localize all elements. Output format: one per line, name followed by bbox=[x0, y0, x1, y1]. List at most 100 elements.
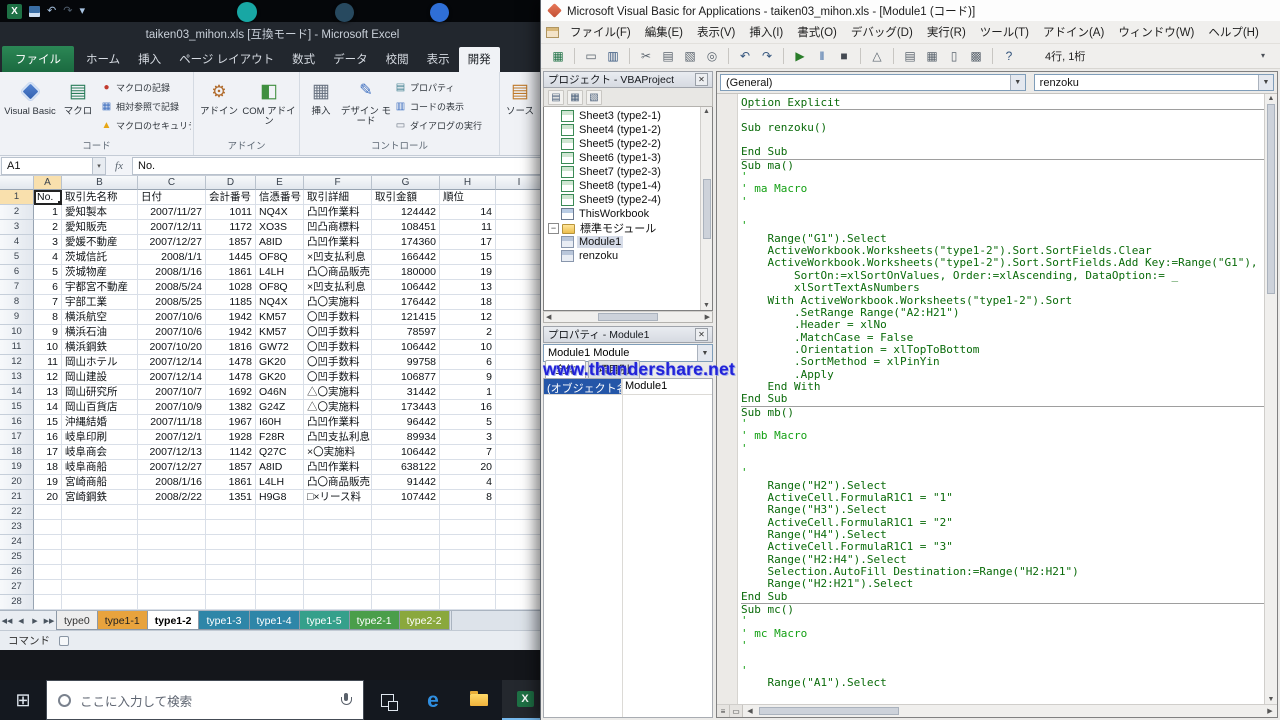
cell[interactable]: 茨城信託 bbox=[62, 250, 138, 265]
cell[interactable]: 沖縄結婚 bbox=[62, 415, 138, 430]
break-icon[interactable]: ‖ bbox=[812, 47, 832, 66]
cell[interactable] bbox=[496, 535, 543, 550]
name-box[interactable]: A1 bbox=[1, 157, 93, 175]
cell[interactable]: □×リース料 bbox=[304, 490, 372, 505]
cell[interactable]: XO3S bbox=[256, 220, 304, 235]
row-header-23[interactable]: 23 bbox=[0, 520, 34, 535]
cell[interactable]: 2007/10/20 bbox=[138, 340, 206, 355]
cell[interactable]: 17 bbox=[34, 445, 62, 460]
code-horizontal-scrollbar[interactable]: ≡ ▭ ◀ ▶ bbox=[717, 704, 1277, 717]
cell[interactable] bbox=[62, 580, 138, 595]
cell[interactable] bbox=[138, 520, 206, 535]
cell[interactable] bbox=[256, 580, 304, 595]
code-vertical-scrollbar[interactable]: ▲ ▼ bbox=[1264, 94, 1277, 704]
macros-button[interactable]: ▤ マクロ bbox=[58, 74, 98, 140]
ribbon-tab[interactable]: データ bbox=[324, 47, 377, 72]
cell[interactable]: 1 bbox=[34, 205, 62, 220]
cell[interactable]: A8ID bbox=[256, 235, 304, 250]
cell[interactable]: 2 bbox=[440, 325, 496, 340]
cell[interactable] bbox=[138, 535, 206, 550]
cell[interactable]: 2007/12/27 bbox=[138, 235, 206, 250]
select-all-corner[interactable] bbox=[0, 176, 34, 190]
cell[interactable] bbox=[206, 595, 256, 610]
formula-bar-content[interactable]: No. bbox=[132, 157, 545, 175]
cell[interactable]: 106877 bbox=[372, 370, 440, 385]
row-header-6[interactable]: 6 bbox=[0, 265, 34, 280]
cell[interactable]: 1857 bbox=[206, 460, 256, 475]
cell[interactable]: 176442 bbox=[372, 295, 440, 310]
design-mode-button[interactable]: ✎ デザイン モード bbox=[340, 74, 392, 140]
cell[interactable]: 2008/5/24 bbox=[138, 280, 206, 295]
chevron-down-icon[interactable]: ▼ bbox=[1258, 75, 1273, 90]
cell[interactable]: 106442 bbox=[372, 445, 440, 460]
task-view-button[interactable] bbox=[364, 680, 410, 720]
cell[interactable]: 日付 bbox=[138, 190, 206, 205]
cell[interactable] bbox=[304, 565, 372, 580]
sheet-tab-type1-5[interactable]: type1-5 bbox=[299, 611, 350, 630]
cell[interactable]: 宇都宮不動産 bbox=[62, 280, 138, 295]
cell[interactable]: 6 bbox=[34, 280, 62, 295]
cell[interactable] bbox=[496, 235, 543, 250]
close-icon[interactable]: ✕ bbox=[695, 328, 708, 341]
cell[interactable]: 638122 bbox=[372, 460, 440, 475]
toolbox-icon[interactable]: ▩ bbox=[966, 47, 986, 66]
sheet-tab-type2-2[interactable]: type2-2 bbox=[399, 611, 450, 630]
cell[interactable]: 7 bbox=[34, 295, 62, 310]
worksheet-grid[interactable]: ABCDEFGHI1No.取引先名称日付会計番号信憑番号取引詳細取引金額順位21… bbox=[0, 176, 545, 610]
undo-icon[interactable]: ↶ bbox=[735, 47, 755, 66]
cell[interactable] bbox=[206, 520, 256, 535]
last-sheet-icon[interactable]: ▶▶ bbox=[42, 611, 56, 630]
row-header-1[interactable]: 1 bbox=[0, 190, 34, 205]
cell[interactable] bbox=[62, 595, 138, 610]
cell[interactable]: 10 bbox=[34, 340, 62, 355]
cell[interactable]: 愛知製本 bbox=[62, 205, 138, 220]
undo-icon[interactable]: ↶ bbox=[47, 6, 56, 17]
sheet-tab-type2-1[interactable]: type2-1 bbox=[349, 611, 400, 630]
cell[interactable] bbox=[62, 520, 138, 535]
column-header-B[interactable]: B bbox=[62, 176, 138, 190]
cell[interactable]: 78597 bbox=[372, 325, 440, 340]
cell[interactable] bbox=[34, 565, 62, 580]
cell[interactable] bbox=[138, 550, 206, 565]
cell[interactable]: 16 bbox=[440, 400, 496, 415]
cell[interactable]: 19 bbox=[34, 475, 62, 490]
row-header-21[interactable]: 21 bbox=[0, 490, 34, 505]
scrollbar-thumb[interactable] bbox=[703, 179, 711, 239]
row-header-28[interactable]: 28 bbox=[0, 595, 34, 610]
cell[interactable]: 2007/10/6 bbox=[138, 310, 206, 325]
cell[interactable]: 凸〇商品販売 bbox=[304, 475, 372, 490]
cell[interactable] bbox=[256, 595, 304, 610]
cell[interactable]: 31442 bbox=[372, 385, 440, 400]
cell[interactable]: O46N bbox=[256, 385, 304, 400]
cell[interactable] bbox=[496, 430, 543, 445]
save-icon[interactable]: ▥ bbox=[603, 47, 623, 66]
cell[interactable] bbox=[496, 325, 543, 340]
cell[interactable]: 凸凹作業料 bbox=[304, 460, 372, 475]
project-explorer-icon[interactable]: ▤ bbox=[900, 47, 920, 66]
cell[interactable]: GW72 bbox=[256, 340, 304, 355]
cell[interactable]: 20 bbox=[34, 490, 62, 505]
cell[interactable]: 会計番号 bbox=[206, 190, 256, 205]
cell[interactable]: 凸凹作業料 bbox=[304, 205, 372, 220]
cell[interactable] bbox=[34, 535, 62, 550]
row-header-22[interactable]: 22 bbox=[0, 505, 34, 520]
cell[interactable]: 岡山百貨店 bbox=[62, 400, 138, 415]
copy-icon[interactable]: ▤ bbox=[658, 47, 678, 66]
column-header-E[interactable]: E bbox=[256, 176, 304, 190]
cell[interactable] bbox=[304, 505, 372, 520]
macro-record-indicator-icon[interactable] bbox=[59, 636, 69, 646]
cell[interactable]: △〇実施料 bbox=[304, 400, 372, 415]
tree-item[interactable]: Sheet3 (type2-1) bbox=[544, 109, 700, 123]
cell[interactable]: 1692 bbox=[206, 385, 256, 400]
cell[interactable]: 宇部工業 bbox=[62, 295, 138, 310]
scrollbar-thumb[interactable] bbox=[598, 313, 658, 321]
cell[interactable]: 2007/10/9 bbox=[138, 400, 206, 415]
cell[interactable]: 2008/5/25 bbox=[138, 295, 206, 310]
cell[interactable] bbox=[62, 505, 138, 520]
cell[interactable] bbox=[440, 520, 496, 535]
cell[interactable] bbox=[496, 550, 543, 565]
tree-item[interactable]: −標準モジュール bbox=[544, 221, 700, 235]
cell[interactable]: 凸〇商品販売 bbox=[304, 265, 372, 280]
cell[interactable]: 宮崎商船 bbox=[62, 475, 138, 490]
cell[interactable]: 3 bbox=[440, 430, 496, 445]
